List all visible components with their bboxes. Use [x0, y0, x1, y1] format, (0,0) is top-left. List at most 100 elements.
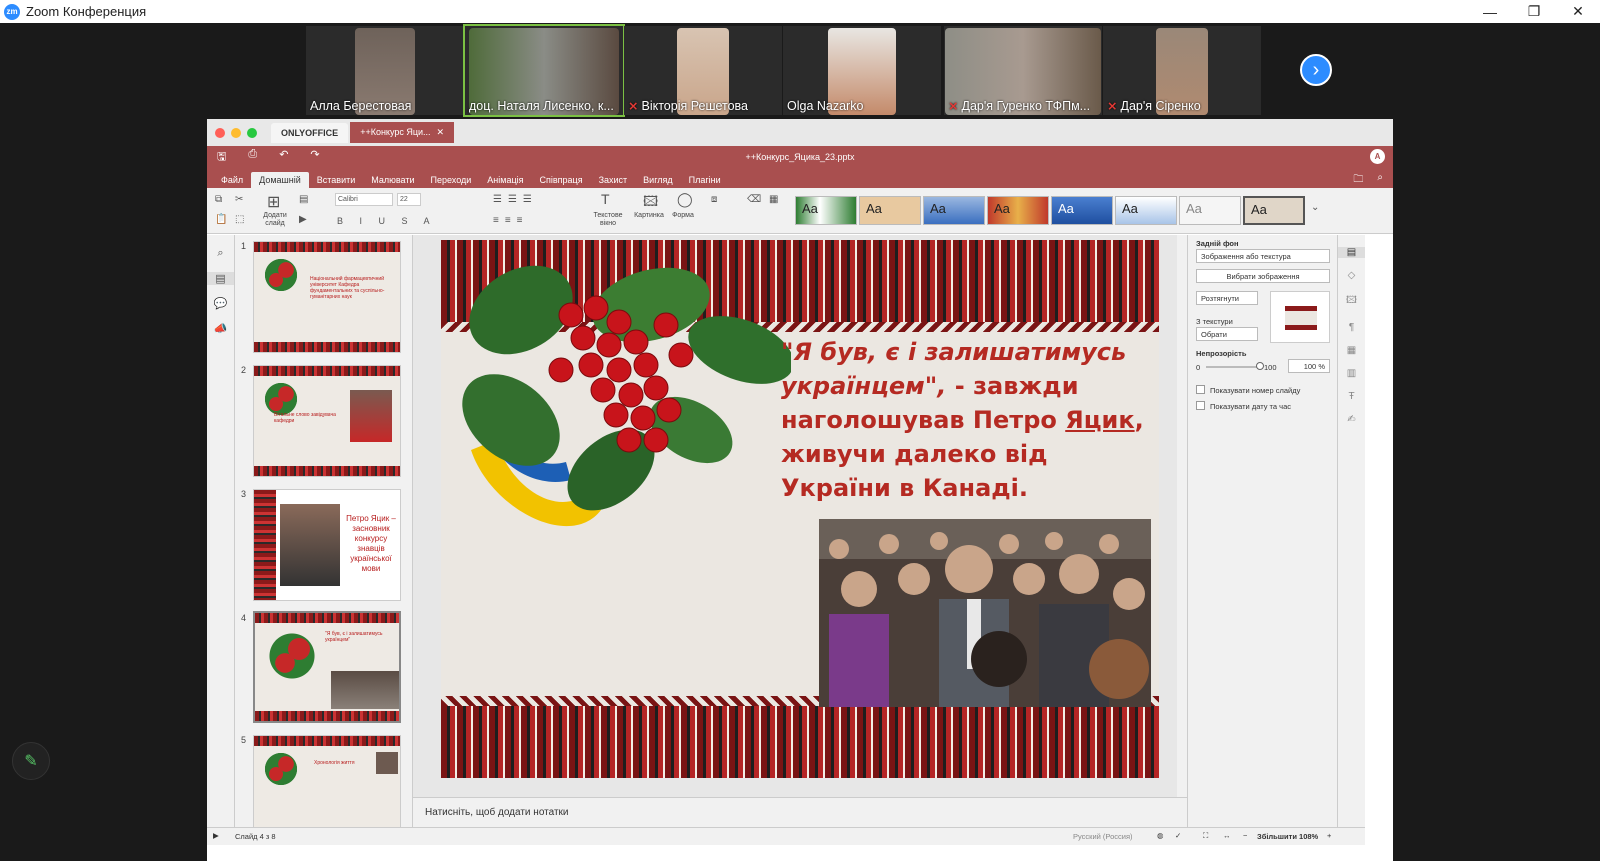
paste-icon[interactable]: 📋 — [215, 214, 227, 225]
comments-icon[interactable]: 💬 — [207, 297, 234, 310]
theme-swatch[interactable]: Aa — [1051, 196, 1113, 225]
feedback-icon[interactable]: 📣 — [207, 322, 234, 335]
align-buttons[interactable]: ≡≡≡ — [493, 215, 529, 226]
slide-quote[interactable]: "Я був, є і залишатимусь українцем", - з… — [781, 335, 1151, 505]
close-dot-icon[interactable] — [215, 127, 225, 138]
tab-document[interactable]: ++Конкурс Яци... ✕ — [350, 122, 455, 143]
user-avatar[interactable]: А — [1370, 149, 1385, 164]
minimize-button[interactable]: — — [1468, 0, 1512, 23]
picture-label[interactable]: Картинка — [631, 212, 667, 220]
menu-home[interactable]: Домашній — [251, 172, 309, 188]
slideshow-icon[interactable]: ▶ — [299, 214, 307, 225]
participant-tile[interactable]: ⨯ Вікторія Решетова — [624, 26, 782, 115]
table-settings-icon[interactable]: ▦ — [1338, 345, 1365, 356]
participant-tile[interactable]: ⨯ Дар'я Сіренко — [1103, 26, 1261, 115]
opacity-slider-handle[interactable] — [1256, 362, 1264, 370]
add-slide-label[interactable]: Додати слайд — [255, 212, 295, 228]
search-icon[interactable]: ⌕ — [207, 247, 234, 260]
globe-icon[interactable]: ◍ — [1157, 831, 1164, 840]
menu-animation[interactable]: Анімація — [479, 172, 531, 188]
textbox-label[interactable]: Текстове вікно — [591, 212, 625, 228]
theme-swatch[interactable]: Aa — [1115, 196, 1177, 225]
arrange-icon[interactable]: ⧈ — [711, 194, 717, 205]
participant-name: Алла Берестовая — [310, 99, 412, 113]
fill-type-select[interactable]: Зображення або текстура — [1196, 249, 1330, 263]
slide-thumbnail-selected[interactable]: "Я був, є і залишатимусь українцем" — [253, 611, 401, 723]
color-scheme-icon[interactable]: ▦ — [769, 194, 778, 205]
show-date-time-checkbox[interactable] — [1196, 401, 1205, 410]
restore-button[interactable]: ❐ — [1512, 0, 1556, 23]
minimize-dot-icon[interactable] — [231, 127, 241, 138]
slide-canvas[interactable]: "Я був, є і залишатимусь українцем", - з… — [413, 235, 1187, 797]
opacity-slider[interactable] — [1206, 366, 1260, 368]
show-slide-number-checkbox[interactable] — [1196, 385, 1205, 394]
spellcheck-icon[interactable]: ✓ — [1175, 831, 1181, 840]
menu-collaboration[interactable]: Співпраця — [532, 172, 591, 188]
menu-protection[interactable]: Захист — [591, 172, 636, 188]
close-tab-icon[interactable]: ✕ — [437, 127, 445, 138]
zoom-in-icon[interactable]: + — [1327, 831, 1331, 840]
font-style-buttons[interactable]: B I U S A — [337, 216, 437, 226]
theme-swatch[interactable]: Aa — [859, 196, 921, 225]
menu-file[interactable]: Файл — [213, 172, 251, 188]
theme-swatch[interactable]: Aa — [1179, 196, 1241, 225]
signature-settings-icon[interactable]: ✍ — [1338, 414, 1365, 425]
menu-transitions[interactable]: Переходи — [423, 172, 480, 188]
slides-icon[interactable]: ▤ — [207, 272, 234, 285]
participant-tile-active[interactable]: доц. Наталя Лисенко, к... — [463, 24, 625, 117]
slide-settings-icon[interactable]: ▤ — [1338, 247, 1365, 258]
participant-tile[interactable]: ⨯ Дар'я Гуренко ТФПм... — [944, 26, 1102, 115]
layout-icon[interactable]: ▤ — [299, 194, 308, 205]
theme-swatch-selected[interactable]: Aa — [1243, 196, 1305, 225]
image-settings-icon[interactable]: 🖾 — [1338, 293, 1365, 310]
menu-plugins[interactable]: Плагіни — [681, 172, 729, 188]
tab-onlyoffice[interactable]: ONLYOFFICE — [271, 122, 349, 143]
maximize-dot-icon[interactable] — [247, 127, 257, 138]
font-size-select[interactable]: 22 — [397, 193, 421, 206]
opacity-input[interactable]: 100 % — [1288, 359, 1330, 373]
theme-swatch[interactable]: Aa — [923, 196, 985, 225]
copy-icon[interactable]: ⧉ — [215, 194, 222, 205]
texture-select[interactable]: Обрати — [1196, 327, 1258, 341]
folder-icon[interactable]: 🗀 — [1353, 172, 1363, 189]
fit-slide-icon[interactable]: ⛶ — [1203, 831, 1208, 841]
choose-image-button[interactable]: Вибрати зображення — [1196, 269, 1330, 283]
clear-style-icon[interactable]: ⌫ — [747, 194, 761, 205]
stretch-select[interactable]: Розтягнути — [1196, 291, 1258, 305]
fit-width-icon[interactable]: ↔ — [1223, 831, 1231, 840]
paragraph-settings-icon[interactable]: ¶ — [1338, 322, 1365, 333]
chart-settings-icon[interactable]: ▥ — [1338, 368, 1365, 379]
add-slide-icon[interactable]: ⊞ — [267, 192, 280, 212]
menu-draw[interactable]: Малювати — [363, 172, 422, 188]
annotate-button[interactable]: ✎ — [12, 742, 50, 780]
menu-insert[interactable]: Вставити — [309, 172, 364, 188]
close-button[interactable]: ✕ — [1556, 0, 1600, 23]
participant-tile[interactable]: Olga Nazarko — [783, 26, 941, 115]
current-slide[interactable]: "Я був, є і залишатимусь українцем", - з… — [441, 240, 1159, 778]
canvas-scrollbar[interactable] — [1177, 235, 1187, 797]
menu-view[interactable]: Вигляд — [635, 172, 681, 188]
textart-settings-icon[interactable]: Ŧ — [1338, 391, 1365, 402]
participant-tile[interactable]: Алла Берестовая — [306, 26, 464, 115]
textbox-icon[interactable]: T — [601, 191, 610, 207]
shape-label[interactable]: Форма — [667, 212, 699, 220]
gallery-next-button[interactable]: › — [1300, 54, 1332, 86]
theme-more-icon[interactable]: ⌄ — [1311, 202, 1319, 213]
start-slideshow-icon[interactable]: ▶ — [213, 831, 219, 840]
language-select[interactable]: Русский (Россия) — [1073, 832, 1133, 841]
notes-area[interactable]: Натисніть, щоб додати нотатки — [413, 797, 1187, 827]
select-icon[interactable]: ⬚ — [235, 214, 244, 225]
zoom-out-icon[interactable]: − — [1243, 831, 1247, 840]
slide-thumbnail[interactable]: Національний фармацевтичний університет … — [253, 241, 401, 353]
search-icon[interactable]: ⌕ — [1377, 172, 1383, 189]
slide-thumbnail[interactable]: Вітальне слово завідувача кафедри — [253, 365, 401, 477]
crowd-photo[interactable] — [819, 519, 1151, 707]
theme-swatch[interactable]: Aa — [795, 196, 857, 225]
slide-thumbnail[interactable]: Петро Яцик – засновник конкурсу знавців … — [253, 489, 401, 601]
shape-settings-icon[interactable]: ◇ — [1338, 270, 1365, 281]
cut-icon[interactable]: ✂ — [235, 194, 243, 205]
theme-swatch[interactable]: Aa — [987, 196, 1049, 225]
font-name-select[interactable]: Calibri — [335, 193, 393, 206]
list-buttons[interactable]: ☰☰☰ — [493, 194, 538, 205]
shape-icon[interactable]: ◯ — [677, 191, 693, 208]
